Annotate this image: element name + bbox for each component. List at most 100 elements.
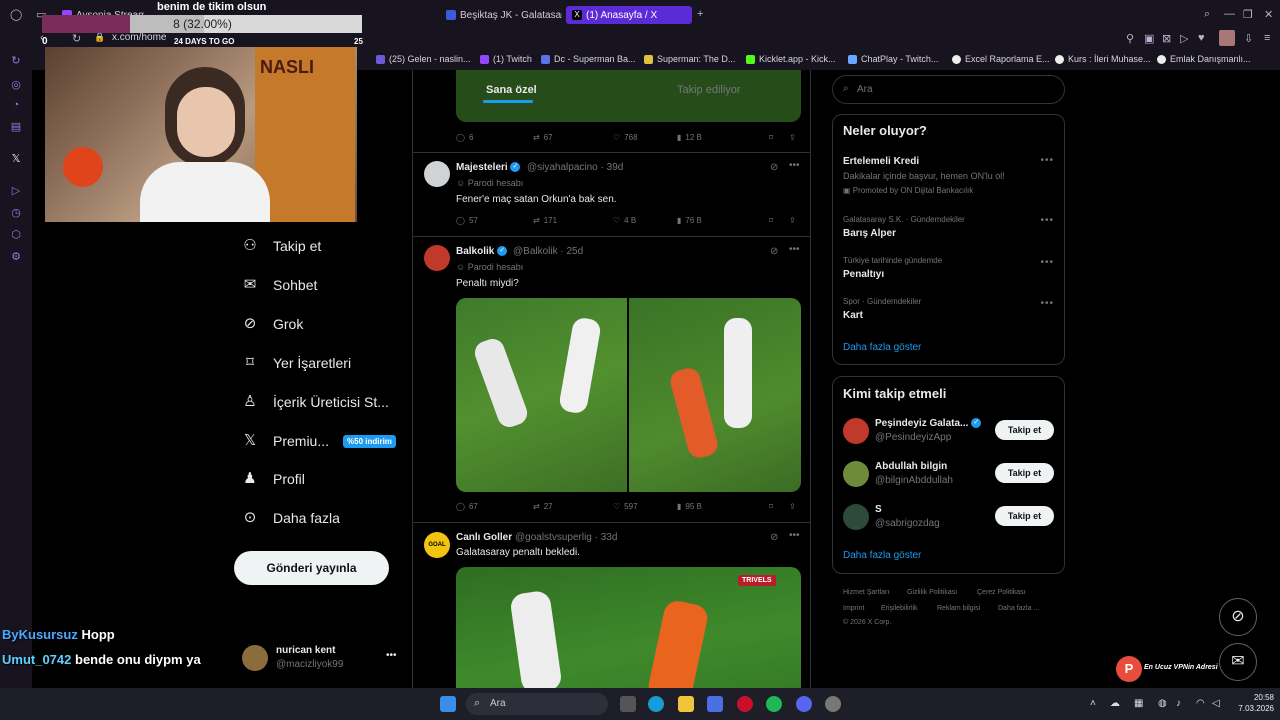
start-icon[interactable] (440, 696, 456, 712)
more-icon[interactable]: ••• (1040, 298, 1054, 309)
volume-icon[interactable]: ◁ (1212, 698, 1220, 709)
x-sidebar-icon[interactable]: 𝕏 (9, 152, 23, 166)
more-icon[interactable]: ••• (789, 244, 800, 255)
tab-besiktas[interactable]: Beşiktaş JK - Galatasaray (440, 6, 562, 24)
menu-icon[interactable]: ≡ (1264, 32, 1270, 44)
store-icon[interactable] (707, 696, 723, 712)
nav-profile[interactable]: ♟ Profil (241, 467, 305, 491)
downloads-icon[interactable]: ⇩ (1244, 32, 1253, 45)
tweet-author[interactable]: Majesteleri ✓ (456, 162, 521, 173)
nav-bookmarks[interactable]: ⌑ Yer İşaretleri (241, 351, 351, 375)
nav-creator-studio[interactable]: ♙ İçerik Üreticisi St... (241, 390, 389, 414)
close-icon[interactable]: ✕ (1264, 8, 1273, 21)
nav-grok[interactable]: ⊘ Grok (241, 312, 304, 336)
player-icon[interactable]: ▷ (9, 184, 23, 198)
repost-button[interactable]: ⇄ 27 (533, 502, 553, 511)
opera-icon[interactable] (737, 696, 753, 712)
share-button[interactable]: ⇪ (789, 216, 796, 225)
heart-icon[interactable]: ♥ (1198, 32, 1205, 44)
views-button[interactable]: ▮ 95 B (677, 502, 702, 511)
grok-fab-icon[interactable]: ⊘ (1219, 598, 1257, 636)
bookmark-item[interactable]: Kurs : İleri Muhase... (1055, 52, 1151, 66)
bookmark-item[interactable]: Kicklet.app - Kick... (746, 52, 836, 66)
bookmark-item[interactable]: Superman: The D... (644, 52, 735, 66)
nav-chat[interactable]: ✉ Sohbet (241, 273, 318, 297)
bookmark-button[interactable]: ⌑ (769, 216, 773, 225)
nav-follow[interactable]: ⚇ Takip et (241, 234, 321, 258)
avatar[interactable] (843, 461, 869, 487)
like-button[interactable]: ♡ 4 B (613, 216, 636, 225)
obs-icon[interactable] (825, 696, 841, 712)
like-button[interactable]: ♡ 597 (613, 502, 638, 511)
discord-icon[interactable] (796, 696, 812, 712)
spotify-icon[interactable] (766, 696, 782, 712)
avatar[interactable] (424, 161, 450, 187)
tab-for-you[interactable]: Sana özel (486, 84, 537, 96)
show-more-link[interactable]: Daha fazla göster (843, 550, 921, 561)
avatar[interactable] (843, 504, 869, 530)
show-more-link[interactable]: Daha fazla göster (843, 342, 921, 353)
tab-following[interactable]: Takip ediliyor (677, 84, 741, 96)
taskbar-search[interactable]: ⌕ Ara (466, 693, 608, 715)
media-video[interactable]: TRIVELS (456, 567, 801, 688)
tab-x-home[interactable]: X (1) Anasayfa / X (566, 6, 692, 24)
bookmark-item[interactable]: (1) Twitch (480, 52, 532, 66)
vpn-icon[interactable]: ⊠ (1162, 32, 1171, 45)
url-field[interactable]: x.com/home (112, 32, 166, 43)
maximize-icon[interactable]: ❐ (1243, 8, 1253, 21)
footer-link[interactable]: Erişilebilirlik (881, 605, 918, 612)
follow-button[interactable]: Takip et (995, 463, 1054, 483)
snapshot-icon[interactable]: ▣ (1144, 32, 1154, 45)
avatar[interactable] (843, 418, 869, 444)
promo-title[interactable]: Ertelemeli Kredi (843, 156, 919, 167)
player-icon[interactable]: ▷ (1180, 32, 1188, 45)
views-button[interactable]: ▮ 76 B (677, 216, 702, 225)
suggest-name[interactable]: S (875, 504, 882, 515)
wifi-icon[interactable]: ◠ (1196, 698, 1205, 709)
nav-premium[interactable]: 𝕏 Premiu... %50 indirim (241, 429, 396, 453)
tweet-author[interactable]: Canlı Goller (456, 532, 512, 543)
bookmark-item[interactable]: (25) Gelen - naslin... (376, 52, 471, 66)
trend-item[interactable]: Barış Alper (843, 228, 896, 239)
trend-item[interactable]: Penaltıyı (843, 269, 884, 280)
suggest-name[interactable]: Abdullah bilgin (875, 461, 947, 472)
more-icon[interactable]: ••• (1040, 257, 1054, 268)
explorer-icon[interactable] (678, 696, 694, 712)
search-input[interactable]: ⌕ Ara (832, 75, 1065, 104)
repost-button[interactable]: ⇄ 171 (533, 216, 557, 225)
bookmark-item[interactable]: Excel Raporlama E... (952, 52, 1050, 66)
history-icon[interactable]: ◷ (9, 206, 23, 220)
account-menu-icon[interactable]: ••• (386, 650, 397, 661)
more-icon[interactable]: ••• (1040, 215, 1054, 226)
grok-icon[interactable]: ⊘ (770, 532, 778, 543)
tray-network-icon[interactable]: ◍ (1158, 698, 1167, 709)
tweet-handle[interactable]: @Balkolik · 25d (513, 246, 583, 257)
views-button[interactable]: ▮ 12 B (677, 133, 702, 142)
footer-link[interactable]: Daha fazla ... (998, 605, 1039, 612)
account-avatar[interactable] (242, 645, 268, 671)
trend-item[interactable]: Kart (843, 310, 863, 321)
suggest-name[interactable]: Peşindeyiz Galata... ✓ (875, 418, 982, 429)
footer-link[interactable]: Imprint (843, 605, 864, 612)
refresh-icon[interactable]: ↻ (9, 54, 23, 68)
bookmark-button[interactable]: ⌑ (769, 502, 773, 511)
reload-icon[interactable]: ↻ (72, 32, 81, 45)
reply-button[interactable]: ◯ 57 (456, 216, 478, 225)
messages-fab-icon[interactable]: ✉ (1219, 643, 1257, 681)
more-icon[interactable]: ••• (789, 160, 800, 171)
tweet-author[interactable]: Balkolik ✓ (456, 246, 508, 257)
share-button[interactable]: ⇪ (789, 133, 796, 142)
footer-link[interactable]: Çerez Politikası (977, 589, 1026, 596)
like-button[interactable]: ♡ 768 (613, 133, 638, 142)
tray-chevron-icon[interactable]: ˄ (1090, 698, 1096, 709)
edge-icon[interactable] (648, 696, 664, 712)
footer-link[interactable]: Gizlilik Politikası (907, 589, 957, 596)
reply-button[interactable]: ◯ 67 (456, 502, 478, 511)
repost-button[interactable]: ⇄ 67 (533, 133, 553, 142)
avatar[interactable] (424, 245, 450, 271)
footer-link[interactable]: Reklam bilgisi (937, 605, 980, 612)
pin-icon[interactable]: ⚲ (1126, 32, 1134, 45)
grok-icon[interactable]: ⊘ (770, 162, 778, 173)
follow-button[interactable]: Takip et (995, 420, 1054, 440)
opera-logo-icon[interactable]: ◯ (10, 8, 22, 21)
